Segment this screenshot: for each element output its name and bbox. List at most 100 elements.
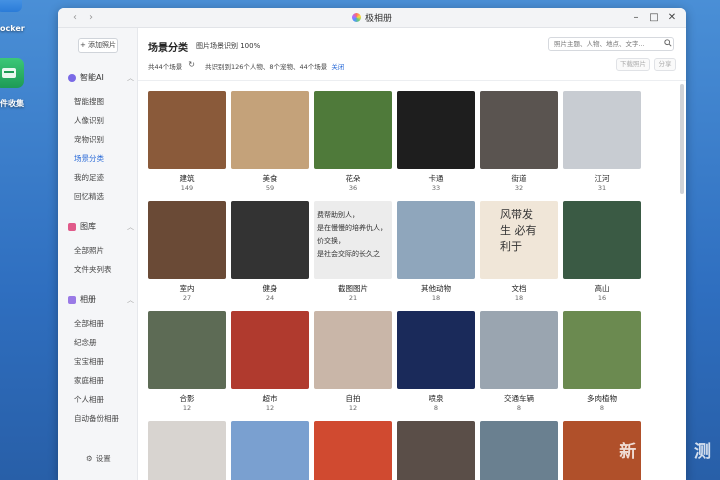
screenshot-text-line: 是在慢慢的培养仇人， [317,224,387,232]
scene-thumbnail[interactable] [480,421,558,480]
scene-thumbnail[interactable] [563,201,641,279]
ai-icon [68,73,76,82]
scene-count-value: 31 [597,184,607,192]
scene-tile[interactable]: 喷泉 8 [397,311,475,412]
scene-tile[interactable]: 美食 59 [231,91,309,192]
scene-count-value: 33 [431,184,441,192]
maximize-icon[interactable]: □ [648,11,660,25]
scene-thumbnail[interactable] [314,421,392,480]
add-photo-button[interactable]: + 添加照片 [78,38,118,53]
search-icon[interactable] [664,39,672,47]
scene-tile[interactable] [480,421,558,480]
scene-tile[interactable]: 其他动物 18 [397,201,475,302]
sidebar-item-family-album[interactable]: 家庭相册 [74,375,104,386]
scene-tile[interactable]: 建筑 149 [148,91,226,192]
section-gallery-label: 图库 [80,222,96,231]
scene-tile[interactable]: 江河 31 [563,91,641,192]
sidebar-item-pet-recognition[interactable]: 宠物识别 [74,134,104,145]
page-title: 场景分类 [148,43,188,54]
scene-thumbnail[interactable] [397,91,475,169]
scene-name: 喷泉 [428,394,444,403]
sidebar-item-personal-album[interactable]: 个人相册 [74,394,104,405]
scene-thumbnail[interactable] [231,421,309,480]
scene-name: 街道 [511,174,527,183]
desktop-app-icon-docker[interactable] [0,0,22,12]
scene-tile[interactable]: 健身 24 [231,201,309,302]
scene-tile[interactable]: 花朵 36 [314,91,392,192]
scene-tile[interactable]: 多肉植物 8 [563,311,641,412]
section-albums-label: 相册 [80,295,96,304]
scene-tile[interactable]: 超市 12 [231,311,309,412]
section-albums[interactable]: 相册 ︿ [68,294,134,305]
scene-thumbnail[interactable] [148,91,226,169]
scene-thumbnail[interactable] [397,421,475,480]
scene-thumbnail[interactable] [231,91,309,169]
search-input[interactable] [548,37,674,51]
scene-name: 合影 [179,394,195,403]
scene-thumbnail[interactable] [231,311,309,389]
scene-tile[interactable]: 高山 16 [563,201,641,302]
scene-thumbnail[interactable]: 风带发生 必有利于 [480,201,558,279]
sidebar-item-all-photos[interactable]: 全部照片 [74,245,104,256]
scene-thumbnail[interactable] [148,421,226,480]
scene-thumbnail[interactable] [480,311,558,389]
scene-tile[interactable]: 卡通 33 [397,91,475,192]
section-smart-ai[interactable]: 智能AI ︿ [68,72,134,83]
desktop-app-icon-collect[interactable] [0,58,24,88]
scene-thumbnail[interactable] [563,91,641,169]
sidebar-item-memorial[interactable]: 纪念册 [74,337,97,348]
scene-name: 自拍 [345,394,361,403]
sidebar-item-memories[interactable]: 回忆精选 [74,191,104,202]
scene-thumbnail[interactable] [148,311,226,389]
sidebar-item-baby-album[interactable]: 宝宝相册 [74,356,104,367]
scene-tile[interactable]: 室内 27 [148,201,226,302]
scene-name: 高山 [594,284,610,293]
share-button[interactable]: 分享 [654,58,676,71]
scene-thumbnail[interactable] [397,201,475,279]
sidebar-item-smart-search[interactable]: 智能搜图 [74,96,104,107]
scene-tile[interactable] [397,421,475,480]
close-link[interactable]: 关闭 [331,61,344,71]
scene-thumbnail[interactable] [148,201,226,279]
scene-thumbnail[interactable]: 费帮助别人， 是在慢慢的培养仇人， 价交换， 是社会交际的长久之 [314,201,392,279]
scene-thumbnail[interactable] [397,311,475,389]
refresh-icon[interactable]: ↻ [188,60,195,71]
scene-tile[interactable]: 自拍 12 [314,311,392,412]
section-gallery[interactable]: 图库 ︿ [68,221,134,232]
window-title-text: 极相册 [364,14,392,24]
scene-count-value: 24 [265,294,275,302]
scene-thumbnail[interactable] [314,311,392,389]
sidebar-item-face-recognition[interactable]: 人像识别 [74,115,104,126]
scene-tile[interactable]: 街道 32 [480,91,558,192]
scene-thumbnail[interactable] [231,201,309,279]
sidebar-item-auto-backup[interactable]: 自动备份相册 [74,413,119,424]
scene-tile[interactable]: 交通车辆 8 [480,311,558,412]
close-icon[interactable]: ✕ [666,11,678,25]
scene-tile[interactable]: 合影 12 [148,311,226,412]
sidebar-item-all-albums[interactable]: 全部相册 [74,318,104,329]
scene-thumbnail[interactable] [480,91,558,169]
settings-button[interactable]: ⚙ 设置 [86,453,111,464]
scene-count-value: 8 [516,404,522,412]
scene-thumbnail[interactable] [314,91,392,169]
sidebar-item-footprint[interactable]: 我的足迹 [74,172,104,183]
scene-tile[interactable] [314,421,392,480]
scene-count-value: 16 [597,294,607,302]
desktop-label-docker: ocker [0,24,25,33]
desktop-label-collect: 件收集 [0,99,24,108]
app-logo-icon [351,13,361,22]
scene-thumbnail[interactable] [563,311,641,389]
minimize-icon[interactable]: – [630,11,642,25]
scene-tile[interactable]: 风带发生 必有利于 文档 18 [480,201,558,302]
scene-name: 花朵 [345,174,361,183]
gear-icon: ⚙ [86,454,93,463]
chevron-up-icon: ︿ [127,222,134,231]
scrollbar[interactable] [680,84,684,194]
download-button[interactable]: 下载照片 [616,58,650,71]
sidebar-item-folders[interactable]: 文件夹列表 [74,264,112,275]
sidebar-item-scene-classify[interactable]: 场景分类 [74,153,104,164]
scene-tile[interactable] [148,421,226,480]
scene-tile[interactable] [231,421,309,480]
scene-name: 室内 [179,284,195,293]
scene-tile[interactable]: 费帮助别人， 是在慢慢的培养仇人， 价交换， 是社会交际的长久之 截图图片 21 [314,201,392,302]
